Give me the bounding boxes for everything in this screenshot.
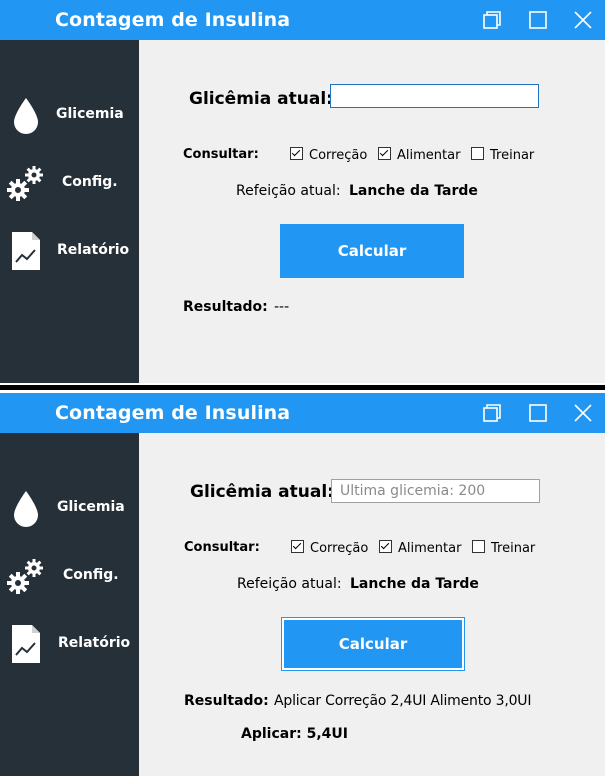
refeicao-label: Refeição atual: — [236, 183, 341, 199]
refeicao-value: Lanche da Tarde — [349, 183, 478, 199]
sidebar: Glicemia Config. Relatório — [0, 40, 139, 383]
refeicao-label: Refeição atual: — [237, 576, 342, 592]
consultar-label: Consultar: — [183, 147, 259, 162]
drop-icon — [6, 485, 46, 531]
sidebar-item-label: Glicemia — [57, 499, 125, 515]
calcular-button[interactable]: Calcular — [280, 224, 464, 278]
resultado-value: --- — [274, 299, 290, 315]
checkbox-correcao[interactable]: Correção — [290, 147, 367, 163]
app-title: Contagem de Insulina — [55, 9, 291, 31]
title-bar: Contagem de Insulina — [0, 393, 605, 433]
checkbox-box[interactable] — [471, 147, 484, 160]
resultado-value: Aplicar Correção 2,4UI Alimento 3,0UI — [274, 693, 532, 709]
sidebar-item-glicemia[interactable]: Glicemia — [0, 485, 139, 535]
glicemia-input[interactable] — [331, 479, 540, 503]
app-title: Contagem de Insulina — [55, 402, 291, 424]
title-bar: Contagem de Insulina — [0, 0, 605, 40]
checkbox-box[interactable] — [291, 540, 304, 553]
gears-icon — [6, 553, 46, 599]
sidebar-item-config[interactable]: Config. — [0, 160, 139, 210]
checkbox-box[interactable] — [379, 540, 392, 553]
checkbox-correcao[interactable]: Correção — [291, 540, 368, 556]
close-icon[interactable] — [572, 9, 594, 31]
report-icon — [6, 228, 46, 274]
checkbox-alimentar[interactable]: Alimentar — [379, 540, 461, 556]
checkbox-box[interactable] — [472, 540, 485, 553]
glicemia-input[interactable] — [330, 84, 539, 108]
checkbox-treinar[interactable]: Treinar — [471, 147, 534, 163]
drop-icon — [6, 92, 46, 138]
close-icon[interactable] — [572, 402, 594, 424]
checkbox-label: Correção — [309, 148, 368, 163]
calcular-button[interactable]: Calcular — [281, 617, 465, 671]
sidebar-item-label: Relatório — [58, 635, 131, 651]
checkbox-alimentar[interactable]: Alimentar — [378, 147, 460, 163]
checkbox-label: Correção — [310, 541, 369, 556]
checkbox-box[interactable] — [290, 147, 303, 160]
refeicao-value: Lanche da Tarde — [350, 576, 479, 592]
screenshot-divider — [0, 383, 605, 393]
report-icon — [6, 621, 46, 667]
checkbox-label: Treinar — [490, 148, 535, 163]
gears-icon — [6, 160, 46, 206]
aplicar-total: Aplicar: 5,4UI — [241, 726, 348, 742]
maximize-icon[interactable] — [527, 9, 549, 31]
checkbox-label: Alimentar — [398, 541, 462, 556]
sidebar-item-label: Glicemia — [56, 106, 124, 122]
main-content: Glicêmia atual: Consultar: Correção Alim… — [139, 433, 605, 776]
sidebar-item-label: Config. — [63, 567, 119, 583]
sidebar-item-config[interactable]: Config. — [0, 553, 139, 603]
sidebar-item-label: Config. — [62, 174, 118, 190]
sidebar-item-glicemia[interactable]: Glicemia — [0, 92, 139, 142]
sidebar-item-relatorio[interactable]: Relatório — [0, 621, 139, 671]
app-window-2: Contagem de Insulina Glicemia Config. Re… — [0, 393, 605, 776]
sidebar: Glicemia Config. Relatório — [0, 433, 139, 776]
sidebar-item-relatorio[interactable]: Relatório — [0, 228, 139, 278]
sidebar-item-label: Relatório — [57, 242, 130, 258]
checkbox-label: Treinar — [491, 541, 536, 556]
restore-icon[interactable] — [481, 402, 503, 424]
restore-icon[interactable] — [481, 9, 503, 31]
main-content: Glicêmia atual: Consultar: Correção Alim… — [139, 40, 605, 383]
checkbox-box[interactable] — [378, 147, 391, 160]
glicemia-label: Glicêmia atual: — [190, 482, 334, 502]
app-window-1: Contagem de Insulina Glicemia Config. Re… — [0, 0, 605, 383]
consultar-label: Consultar: — [184, 540, 260, 555]
glicemia-label: Glicêmia atual: — [189, 89, 333, 109]
checkbox-treinar[interactable]: Treinar — [472, 540, 535, 556]
checkbox-label: Alimentar — [397, 148, 461, 163]
resultado-label: Resultado: — [183, 299, 268, 315]
maximize-icon[interactable] — [527, 402, 549, 424]
resultado-label: Resultado: — [184, 693, 269, 709]
